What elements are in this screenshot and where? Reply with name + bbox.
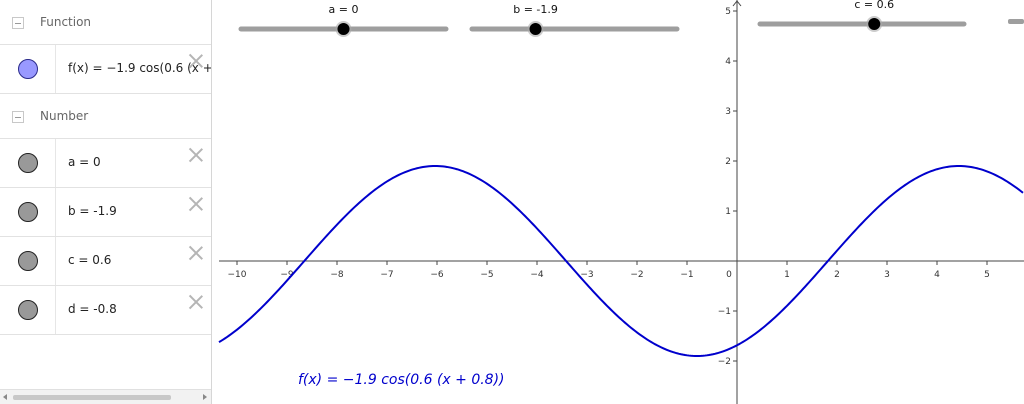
visibility-toggle[interactable] xyxy=(0,237,56,285)
x-tick-label: 4 xyxy=(934,270,940,280)
number-value[interactable]: b = -1.9 xyxy=(68,204,117,218)
x-tick-label: −6 xyxy=(430,270,444,280)
slider-c[interactable]: c = 0.6 xyxy=(757,0,967,32)
x-tick-label: 2 xyxy=(834,270,840,280)
marble-icon[interactable] xyxy=(18,300,38,320)
function-curve-label[interactable]: f(x) = −1.9 cos(0.6 (x + 0.8)) xyxy=(298,372,505,388)
x-tick-label: −4 xyxy=(530,270,544,280)
collapse-icon[interactable] xyxy=(12,111,24,123)
slider-d-track-partial[interactable] xyxy=(1008,19,1024,24)
scroll-right-icon[interactable] xyxy=(203,394,207,400)
x-tick-label: −1 xyxy=(680,270,693,280)
slider-knob[interactable] xyxy=(529,23,542,35)
horizontal-scrollbar[interactable] xyxy=(0,389,211,404)
x-tick-label: −10 xyxy=(228,270,247,280)
scrollbar-thumb[interactable] xyxy=(13,395,171,400)
number-row-a[interactable]: a = 0 xyxy=(0,139,211,188)
number-value[interactable]: d = -0.8 xyxy=(68,302,117,316)
x-tick-label: 3 xyxy=(884,270,890,280)
y-tick-label: −1 xyxy=(718,307,731,317)
y-tick-label: 5 xyxy=(725,7,731,17)
y-tick-label: 4 xyxy=(725,57,731,67)
delete-icon[interactable] xyxy=(188,196,204,212)
function-group-header[interactable]: Function xyxy=(0,0,211,45)
y-tick-label: 3 xyxy=(725,107,731,117)
x-tick-label: −5 xyxy=(480,270,493,280)
visibility-toggle[interactable] xyxy=(0,45,56,93)
slider-label: a = 0 xyxy=(329,3,359,16)
graphics-canvas[interactable]: −10 −9 −8 −7 −6 −5 −4 −3 −2 −1 0 1 2 3 4 512345−1−2 f(x… xyxy=(213,0,1024,404)
x-tick-label: 0 xyxy=(726,270,732,280)
scroll-left-icon[interactable] xyxy=(3,394,7,400)
function-row[interactable]: f(x) = −1.9 cos(0.6 (x + 0.8)) xyxy=(0,45,211,94)
collapse-icon[interactable] xyxy=(12,17,24,29)
number-row-b[interactable]: b = -1.9 xyxy=(0,188,211,237)
number-row-d[interactable]: d = -0.8 xyxy=(0,286,211,335)
x-tick-label: −2 xyxy=(630,270,643,280)
number-row-c[interactable]: c = 0.6 xyxy=(0,237,211,286)
marble-icon[interactable] xyxy=(18,59,38,79)
y-tick-label: 2 xyxy=(725,157,731,167)
delete-icon[interactable] xyxy=(188,294,204,310)
visibility-toggle[interactable] xyxy=(0,139,56,187)
y-tick-label: 1 xyxy=(725,207,731,217)
algebra-panel: Function f(x) = −1.9 cos(0.6 (x + 0.8)) … xyxy=(0,0,212,404)
delete-icon[interactable] xyxy=(188,147,204,163)
axis-tick-labels: −10 −9 −8 −7 −6 −5 −4 −3 −2 −1 0 1 2 3 4 512345−1−2 xyxy=(228,7,990,367)
y-tick-label: −2 xyxy=(718,357,731,367)
x-tick-label: −8 xyxy=(330,270,344,280)
visibility-toggle[interactable] xyxy=(0,286,56,334)
slider-b[interactable]: b = -1.9 xyxy=(469,3,680,37)
visibility-toggle[interactable] xyxy=(0,188,56,236)
marble-icon[interactable] xyxy=(18,251,38,271)
marble-icon[interactable] xyxy=(18,202,38,222)
x-tick-label: −7 xyxy=(380,270,393,280)
function-group-label: Function xyxy=(40,15,92,29)
slider-a[interactable]: a = 0 xyxy=(238,3,449,37)
number-value[interactable]: c = 0.6 xyxy=(68,253,111,267)
delete-icon[interactable] xyxy=(188,53,204,69)
slider-knob[interactable] xyxy=(337,23,350,35)
axes xyxy=(219,0,1024,404)
x-tick-label: 5 xyxy=(984,270,990,280)
slider-knob[interactable] xyxy=(868,18,881,30)
x-tick-label: 1 xyxy=(784,270,790,280)
slider-label: c = 0.6 xyxy=(854,0,894,11)
sliders[interactable]: a = 0 b = -1.9 c = 0.6 xyxy=(238,0,967,37)
number-group-header[interactable]: Number xyxy=(0,94,211,139)
marble-icon[interactable] xyxy=(18,153,38,173)
slider-label: b = -1.9 xyxy=(513,3,558,16)
number-group-label: Number xyxy=(40,109,89,123)
graphics-view[interactable]: −10 −9 −8 −7 −6 −5 −4 −3 −2 −1 0 1 2 3 4 5 1 2 3 4 5 −1 −2 f(x… xyxy=(213,0,1024,404)
delete-icon[interactable] xyxy=(188,245,204,261)
number-value[interactable]: a = 0 xyxy=(68,155,101,169)
